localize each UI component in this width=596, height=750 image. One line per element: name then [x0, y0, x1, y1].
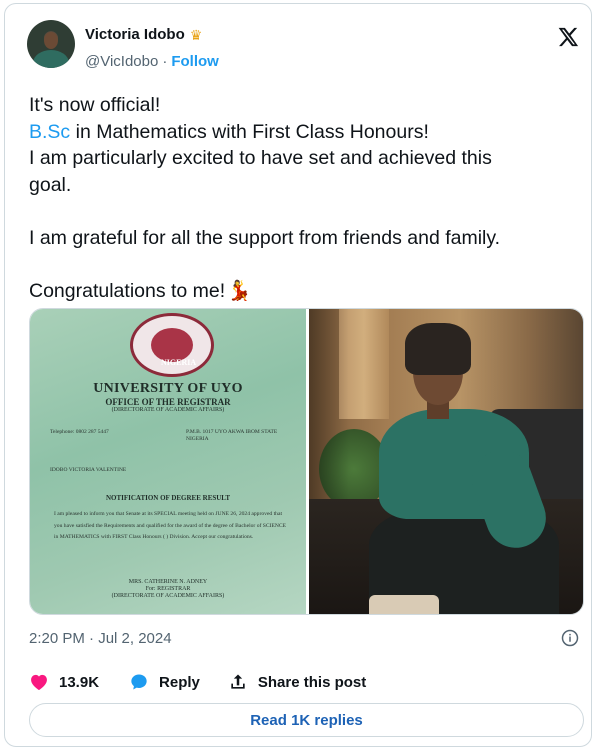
- document-signatory: MRS. CATHERINE N. ADNEY: [128, 579, 208, 585]
- document-body: I am pleased to inform you that Senate a…: [54, 511, 287, 540]
- share-button[interactable]: Share this post: [228, 672, 366, 692]
- info-icon[interactable]: [561, 629, 579, 647]
- reply-label: Reply: [159, 673, 200, 691]
- avatar-shoulders: [33, 50, 69, 68]
- x-logo-icon[interactable]: [557, 26, 579, 48]
- document-subtitle: OFFICE OF THE REGISTRAR: [105, 397, 231, 407]
- university-seal-icon: NIGERIA: [130, 313, 214, 377]
- action-bar: 13.9K Reply Share this post: [29, 672, 366, 692]
- reply-button[interactable]: Reply: [129, 672, 200, 692]
- like-count: 13.9K: [59, 673, 100, 691]
- media-image-document[interactable]: NIGERIA UNIVERSITY OF UYO OFFICE OF THE …: [30, 309, 306, 614]
- avatar-face: [44, 32, 58, 49]
- tweet-line-blank-2: [29, 251, 574, 278]
- document-heading: NOTIFICATION OF DEGREE RESULT: [105, 494, 231, 502]
- seal-center: [151, 328, 193, 362]
- hashtag-link[interactable]: B.Sc: [29, 121, 70, 143]
- tweet-card: Victoria Idobo ♛ @VicIdobo · Follow It's…: [4, 3, 592, 747]
- media-image-photo[interactable]: [309, 309, 583, 614]
- tweet-line-6: Congratulations to me! 💃: [29, 278, 574, 305]
- photo-bag: [369, 595, 439, 614]
- display-name[interactable]: Victoria Idobo: [85, 26, 185, 43]
- handle[interactable]: @VicIdobo: [85, 53, 158, 70]
- share-label: Share this post: [257, 673, 367, 691]
- name-row: Victoria Idobo ♛: [85, 26, 202, 43]
- tweet-line-4: goal.: [29, 173, 72, 196]
- like-button[interactable]: 13.9K: [29, 672, 99, 692]
- document-address: P.M.B. 1017 UYO AKWA IBOM STATE NIGERIA: [186, 429, 278, 442]
- handle-row: @VicIdobo · Follow: [85, 53, 219, 70]
- tweet-line-2-text: in Mathematics with First Class Honours!: [70, 120, 429, 143]
- crown-icon: ♛: [189, 26, 203, 43]
- seal-text: NIGERIA: [161, 358, 197, 367]
- dancer-emoji-icon: 💃: [227, 279, 252, 302]
- photo-person-hair: [405, 323, 471, 375]
- media-grid: NIGERIA UNIVERSITY OF UYO OFFICE OF THE …: [29, 308, 584, 615]
- separator: ·: [162, 53, 168, 70]
- tweet-line-3: I am particularly excited to have set an…: [29, 147, 492, 169]
- document-signature-block: MRS. CATHERINE N. ADNEY For: REGISTRAR (…: [30, 579, 306, 600]
- tweet-line-2: B.Sc in Mathematics with First Class Hon…: [29, 119, 574, 146]
- share-icon: [231, 674, 245, 689]
- document-title: UNIVERSITY OF UYO: [93, 381, 243, 396]
- tweet-line-1: It's now official!: [29, 94, 161, 116]
- read-replies-button[interactable]: Read 1K replies: [29, 703, 584, 737]
- heart-icon: [31, 674, 47, 690]
- document-recipient: IDOBO VICTORIA VALENTINE: [50, 467, 127, 473]
- avatar[interactable]: [27, 20, 75, 68]
- tweet-line-5: I am grateful for all the support from f…: [29, 226, 501, 249]
- timestamp[interactable]: 2:20 PM · Jul 2, 2024: [29, 630, 172, 647]
- follow-button[interactable]: Follow: [171, 53, 219, 70]
- document-telephone: Telephone: 0802 287 5447: [50, 429, 109, 435]
- document-directorate: (DIRECTORATE OF ACADEMIC AFFAIRS): [111, 407, 225, 413]
- document-sign-directorate: (DIRECTORATE OF ACADEMIC AFFAIRS): [111, 593, 225, 599]
- document-for-registrar: For: REGISTRAR: [145, 586, 191, 592]
- tweet-line-6-text: Congratulations to me!: [29, 279, 226, 302]
- reply-bubble-icon: [131, 674, 147, 690]
- tweet-text: It's now official! B.Sc in Mathematics w…: [29, 92, 574, 304]
